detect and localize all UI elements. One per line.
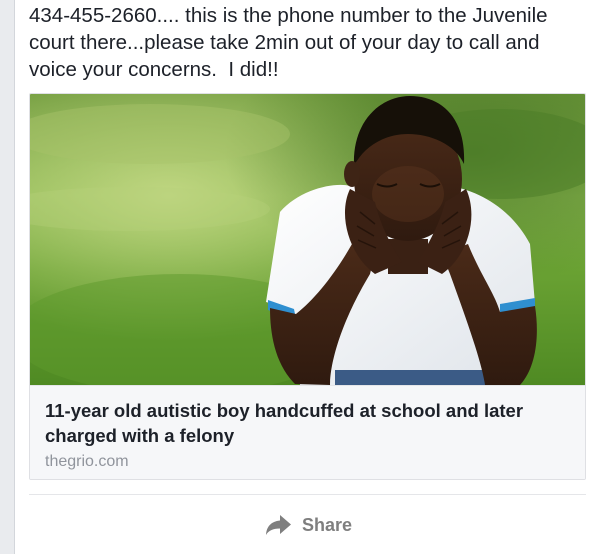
link-preview-card[interactable]: 11-year old autistic boy handcuffed at s…: [29, 93, 586, 480]
facebook-post: 434-455-2660.... this is the phone numbe…: [0, 0, 600, 554]
share-label: Share: [302, 514, 353, 535]
link-preview-domain: thegrio.com: [45, 453, 129, 470]
link-preview-image[interactable]: [30, 94, 585, 385]
share-arrow-icon: [266, 515, 291, 535]
link-preview-title[interactable]: 11-year old autistic boy handcuffed at s…: [45, 398, 565, 448]
link-preview-footer[interactable]: 11-year old autistic boy handcuffed at s…: [30, 385, 585, 479]
gutter-divider: [14, 0, 15, 554]
post-text: 434-455-2660.... this is the phone numbe…: [29, 4, 554, 81]
post-action-divider: [29, 494, 586, 495]
left-gutter: [0, 0, 14, 554]
share-button[interactable]: Share: [265, 510, 352, 540]
